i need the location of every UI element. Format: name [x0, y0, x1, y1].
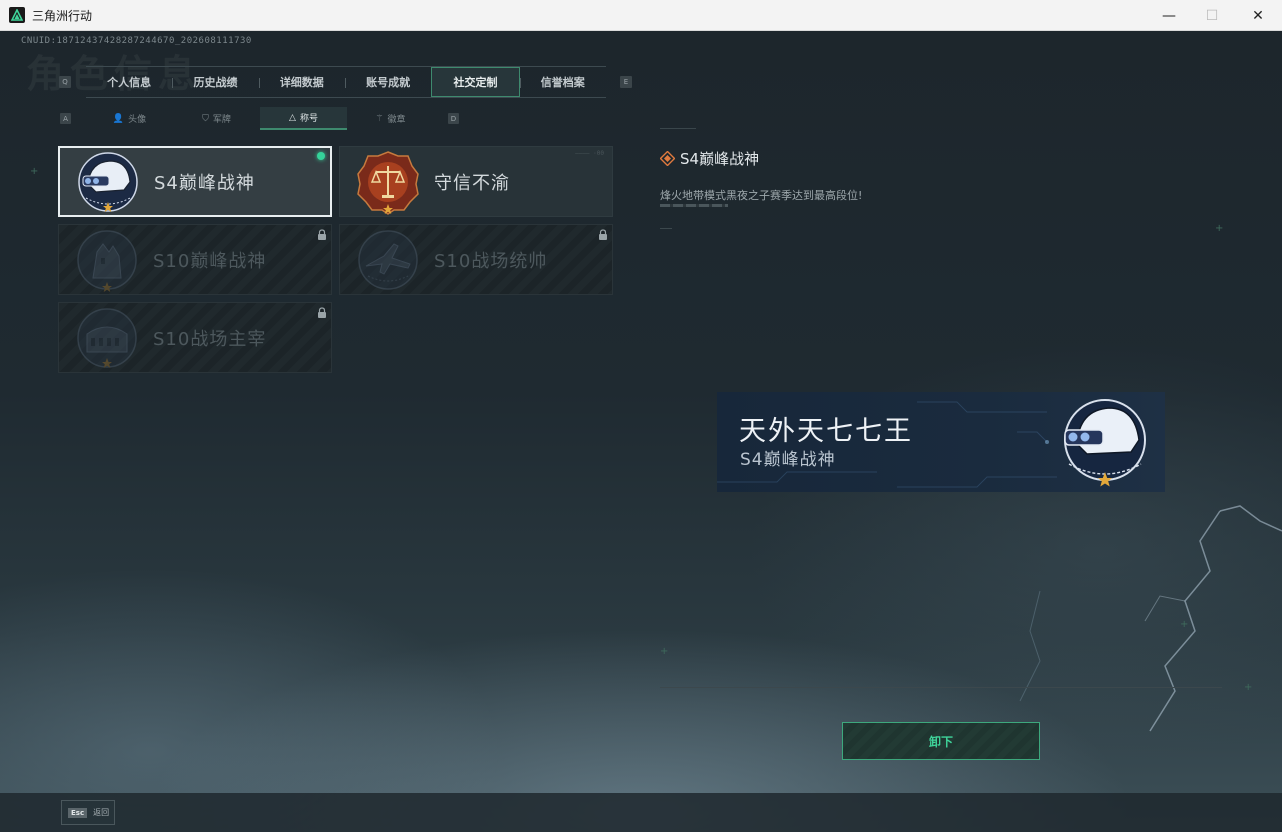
- colosseum-emblem-icon: [77, 307, 137, 368]
- lock-icon: [599, 229, 607, 240]
- tab-label: 详细数据: [279, 76, 324, 89]
- grid-cross-icon: +: [1180, 619, 1189, 630]
- subtab-dogtag[interactable]: ⛉ 军牌: [173, 107, 260, 130]
- tab-label: 信誉档案: [540, 76, 585, 89]
- tower-emblem-icon: [77, 229, 137, 292]
- tab-history[interactable]: 历史战绩: [172, 67, 258, 97]
- tab-reputation[interactable]: 信誉档案: [519, 67, 606, 97]
- title-card-keep-faith[interactable]: 守信不渝 ———— ·00: [339, 146, 613, 217]
- game-viewport: 角色信息 CNUID:18712437428287244670_20260811…: [0, 31, 1282, 832]
- main-tabs: 个人信息 历史战绩 详细数据 账号成就 社交定制 信誉档案: [86, 66, 606, 98]
- title-card-s10-peak-god[interactable]: S10巅峰战神: [58, 224, 332, 295]
- subtab-label: 军牌: [212, 115, 231, 125]
- subtab-label: 称号: [299, 114, 318, 124]
- back-button[interactable]: Esc 返回: [61, 800, 115, 825]
- badge-icon: ⚚: [375, 113, 384, 124]
- title-icon: △: [289, 112, 296, 123]
- close-icon: ✕: [1252, 7, 1264, 24]
- equipped-indicator: [317, 152, 325, 160]
- subtab-prev-key[interactable]: A: [60, 113, 71, 124]
- title-card-s10-commander[interactable]: S10战场统帅: [339, 224, 613, 295]
- maximize-icon: ☐: [1205, 7, 1219, 24]
- app-logo-icon: [9, 7, 25, 23]
- back-label: 返回: [93, 808, 110, 817]
- subtab-next-key[interactable]: D: [448, 113, 459, 124]
- cnuid-label: CNUID:18712437428287244670_202608111730: [21, 36, 252, 46]
- grid-cross-icon: +: [1215, 223, 1224, 234]
- detail-top-divider: [660, 128, 696, 129]
- tab-prev-key[interactable]: Q: [59, 76, 71, 88]
- lock-icon: [318, 229, 326, 240]
- subtab-label: 头像: [128, 115, 147, 125]
- grid-cross-icon: +: [1244, 682, 1253, 693]
- title-card-label: 守信不渝: [434, 172, 510, 194]
- title-card-s10-dominator[interactable]: S10战场主宰: [58, 302, 332, 373]
- window-title: 三角洲行动: [32, 8, 93, 23]
- maximize-button[interactable]: ☐: [1189, 0, 1235, 31]
- banner-title: S4巅峰战神: [740, 450, 836, 470]
- action-divider: [660, 687, 1222, 688]
- aircraft-emblem-icon: [358, 229, 418, 290]
- title-card-label: S4巅峰战神: [154, 172, 255, 194]
- tab-achievements[interactable]: 账号成就: [344, 67, 431, 97]
- tab-next-key[interactable]: E: [620, 76, 632, 88]
- subtab-label: 徽章: [387, 115, 406, 125]
- detail-header: S4巅峰战神: [660, 148, 759, 169]
- detail-description: 烽火地带模式黑夜之子赛季达到最高段位!: [660, 189, 863, 202]
- tab-personal-info[interactable]: 个人信息: [86, 67, 172, 97]
- subtab-badge[interactable]: ⚚ 徽章: [347, 107, 434, 130]
- card-serial-text: ———— ·00: [575, 150, 604, 157]
- sub-tabs: 👤 头像 ⛉ 军牌 △ 称号 ⚚ 徽章: [86, 107, 434, 130]
- lock-icon: [318, 307, 326, 318]
- helmet-emblem-icon: [78, 151, 138, 212]
- subtab-title[interactable]: △ 称号: [260, 107, 347, 130]
- detail-title: S4巅峰战神: [680, 150, 760, 168]
- dogtag-icon: ⛉: [202, 113, 209, 124]
- footer-bar: Esc 返回: [0, 793, 1282, 832]
- tab-label: 历史战绩: [193, 76, 238, 89]
- grid-cross-icon: +: [30, 166, 39, 177]
- window-titlebar: 三角洲行动 — ☐ ✕: [0, 0, 1282, 31]
- detail-divider: [660, 228, 672, 229]
- title-banner-preview: 天外天七七王 S4巅峰战神: [717, 392, 1165, 492]
- lightning-decoration: [1019, 505, 1282, 732]
- helmet-emblem-icon: [1064, 399, 1146, 487]
- tab-detailed-data[interactable]: 详细数据: [258, 67, 345, 97]
- tab-label: 个人信息: [107, 76, 152, 89]
- banner-player-name: 天外天七七王: [739, 416, 913, 447]
- unequip-button-label: 卸下: [928, 734, 953, 749]
- title-card-label: S10巅峰战神: [153, 250, 267, 272]
- title-card-s4-peak-god[interactable]: S4巅峰战神: [58, 146, 332, 217]
- tab-social-custom[interactable]: 社交定制: [431, 67, 520, 97]
- title-card-label: S10战场主宰: [153, 328, 267, 350]
- title-diamond-icon: [660, 151, 675, 166]
- tab-label: 账号成就: [366, 76, 411, 89]
- detail-progress-decoration: [660, 204, 728, 207]
- title-card-label: S10战场统帅: [434, 250, 548, 272]
- scales-emblem-icon: [357, 150, 419, 215]
- minimize-icon: —: [1162, 7, 1176, 24]
- unequip-button[interactable]: 卸下: [842, 722, 1040, 760]
- tab-label: 社交定制: [453, 76, 498, 89]
- subtab-avatar[interactable]: 👤 头像: [86, 107, 173, 130]
- esc-key-icon: Esc: [68, 807, 88, 818]
- person-icon: 👤: [112, 113, 125, 124]
- close-button[interactable]: ✕: [1235, 0, 1281, 31]
- minimize-button[interactable]: —: [1146, 0, 1192, 31]
- grid-cross-icon: +: [660, 646, 669, 657]
